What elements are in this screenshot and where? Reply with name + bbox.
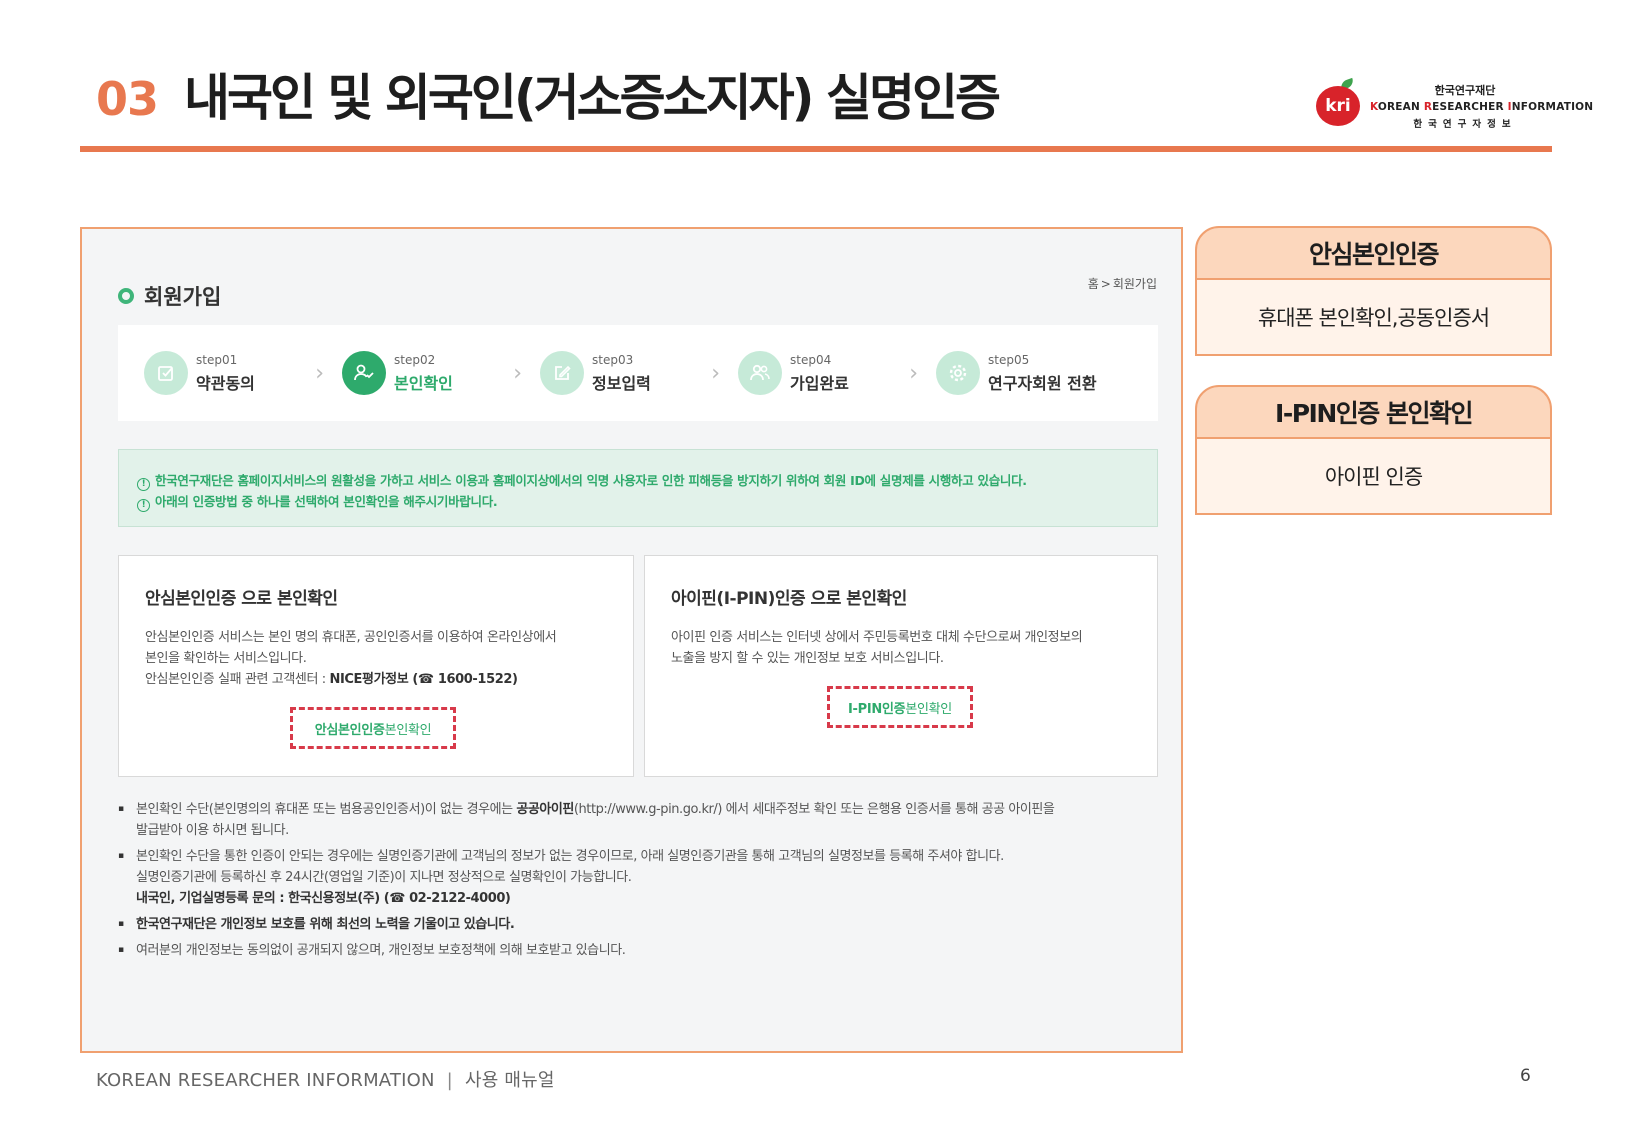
page-number: 6 <box>1520 1066 1531 1086</box>
signup-steps: step01 약관동의 › step02 본인확인 › step03 정보입력 … <box>118 325 1158 421</box>
footer-brand: KOREAN RESEARCHER INFORMATION <box>96 1070 435 1091</box>
step-info-input: step03 정보입력 › <box>540 351 738 395</box>
safe-auth-card: 안심본인인증 으로 본인확인 안심본인인증 서비스는 본인 명의 휴대폰, 공인… <box>118 555 634 777</box>
safe-auth-infobox: 안심본인인증 휴대폰 본인확인,공동인증서 <box>1195 226 1552 356</box>
breadcrumb-home[interactable]: 홈 <box>1088 275 1099 292</box>
edit-icon <box>540 351 584 395</box>
page-title: 회원가입 <box>144 285 222 309</box>
step-label: step05 <box>988 353 1030 367</box>
card-title: 아이핀(I-PIN)인증 으로 본인확인 <box>671 589 907 609</box>
ipin-infobox: I-PIN인증 본인확인 아이핀 인증 <box>1195 385 1552 515</box>
step-researcher-conversion: step05 연구자회원 전환 <box>936 351 1134 395</box>
step-name: 정보입력 <box>592 374 651 393</box>
infobox-body: 아이핀 인증 <box>1195 439 1552 515</box>
circle-bullet-icon <box>118 288 134 304</box>
notice-line: 한국연구재단은 홈페이지서비스의 원활성을 가하고 서비스 이용과 홈페이지상에… <box>155 473 1027 488</box>
ipin-auth-button[interactable]: I-PIN인증 본인확인 <box>827 686 973 728</box>
infobox-body: 휴대폰 본인확인,공동인증서 <box>1195 280 1552 356</box>
step-label: step04 <box>790 353 832 367</box>
gear-icon <box>936 351 980 395</box>
info-icon: ! <box>137 499 150 512</box>
step-label: step02 <box>394 353 436 367</box>
footer-separator: | <box>446 1070 453 1091</box>
step-name: 약관동의 <box>196 374 255 393</box>
card-description: 아이핀 인증 서비스는 인터넷 상에서 주민등록번호 대체 수단으로써 개인정보… <box>671 630 1083 666</box>
apple-logo-icon: kri <box>1316 77 1362 126</box>
breadcrumb-current: 회원가입 <box>1112 277 1157 291</box>
note-item: 한국연구재단은 개인정보 보호를 위해 최선의 노력을 기울이고 있습니다. <box>118 914 1158 935</box>
ipin-auth-card: 아이핀(I-PIN)인증 으로 본인확인 아이핀 인증 서비스는 인터넷 상에서… <box>644 555 1158 777</box>
step-complete: step04 가입완료 › <box>738 351 936 395</box>
card-description: 안심본인인증 서비스는 본인 명의 휴대폰, 공인인증서를 이용하여 온라인상에… <box>145 630 557 687</box>
users-icon <box>738 351 782 395</box>
slide-title: 내국인 및 외국인(거소증소지자) 실명인증 <box>184 69 1001 127</box>
infobox-title: 안심본인인증 <box>1195 226 1552 280</box>
check-square-icon <box>144 351 188 395</box>
note-item: 본인확인 수단(본인명의의 휴대폰 또는 범용공인인증서)이 없는 경우에는 공… <box>118 799 1158 841</box>
step-label: step03 <box>592 353 634 367</box>
notice-box: ! 한국연구재단은 홈페이지서비스의 원활성을 가하고 서비스 이용과 홈페이지상… <box>118 449 1158 527</box>
chevron-right-icon: › <box>513 361 522 386</box>
logo-mark: kri <box>1325 96 1351 116</box>
section-number: 03 <box>96 72 159 126</box>
infobox-title: I-PIN인증 본인확인 <box>1195 385 1552 439</box>
breadcrumb-separator: > <box>1100 276 1111 291</box>
chevron-right-icon: › <box>315 361 324 386</box>
logo-spaced: 한국연구자정보 <box>1413 119 1517 130</box>
logo-text: 한국연구재단 KOREAN RESEARCHER INFORMATION 한국연… <box>1370 82 1594 130</box>
chevron-right-icon: › <box>711 361 720 386</box>
user-check-icon <box>342 351 386 395</box>
note-item: 여러분의 개인정보는 동의없이 공개되지 않으며, 개인정보 보호정책에 의해 … <box>118 940 1158 961</box>
step-name: 가입완료 <box>790 374 849 393</box>
step-terms: step01 약관동의 › <box>144 351 342 395</box>
step-name: 연구자회원 전환 <box>988 374 1097 393</box>
footer-manual: 사용 매뉴얼 <box>464 1070 555 1091</box>
step-label: step01 <box>196 353 238 367</box>
header-divider <box>80 146 1552 152</box>
screenshot-frame: 회원가입 홈 > 회원가입 step01 약관동의 › step02 본인확인 <box>80 227 1183 1053</box>
card-title: 안심본인인증 으로 본인확인 <box>145 589 338 609</box>
step-verification: step02 본인확인 › <box>342 351 540 395</box>
kri-logo: kri 한국연구재단 KOREAN RESEARCHER INFORMATION… <box>1316 77 1593 130</box>
notice-line: 아래의 인증방법 중 하나를 선택하여 본인확인을 해주시기바랍니다. <box>155 494 498 509</box>
notes-list: 본인확인 수단(본인명의의 휴대폰 또는 범용공인인증서)이 없는 경우에는 공… <box>118 799 1158 966</box>
info-icon: ! <box>137 478 150 491</box>
page-heading: 회원가입 <box>118 281 221 311</box>
breadcrumb: 홈 > 회원가입 <box>1088 275 1157 292</box>
logo-korean: 한국연구재단 <box>1434 84 1496 97</box>
note-item: 본인확인 수단을 통한 인증이 안되는 경우에는 실명인증기관에 고객님의 정보… <box>118 846 1158 909</box>
logo-english: KOREAN RESEARCHER INFORMATION <box>1370 101 1594 113</box>
slide-header: 03 내국인 및 외국인(거소증소지자) 실명인증 <box>96 58 1001 130</box>
step-name: 본인확인 <box>394 374 453 393</box>
chevron-right-icon: › <box>909 361 918 386</box>
footer: KOREAN RESEARCHER INFORMATION | 사용 매뉴얼 <box>96 1066 555 1092</box>
safe-auth-button[interactable]: 안심본인인증 본인확인 <box>290 707 456 749</box>
